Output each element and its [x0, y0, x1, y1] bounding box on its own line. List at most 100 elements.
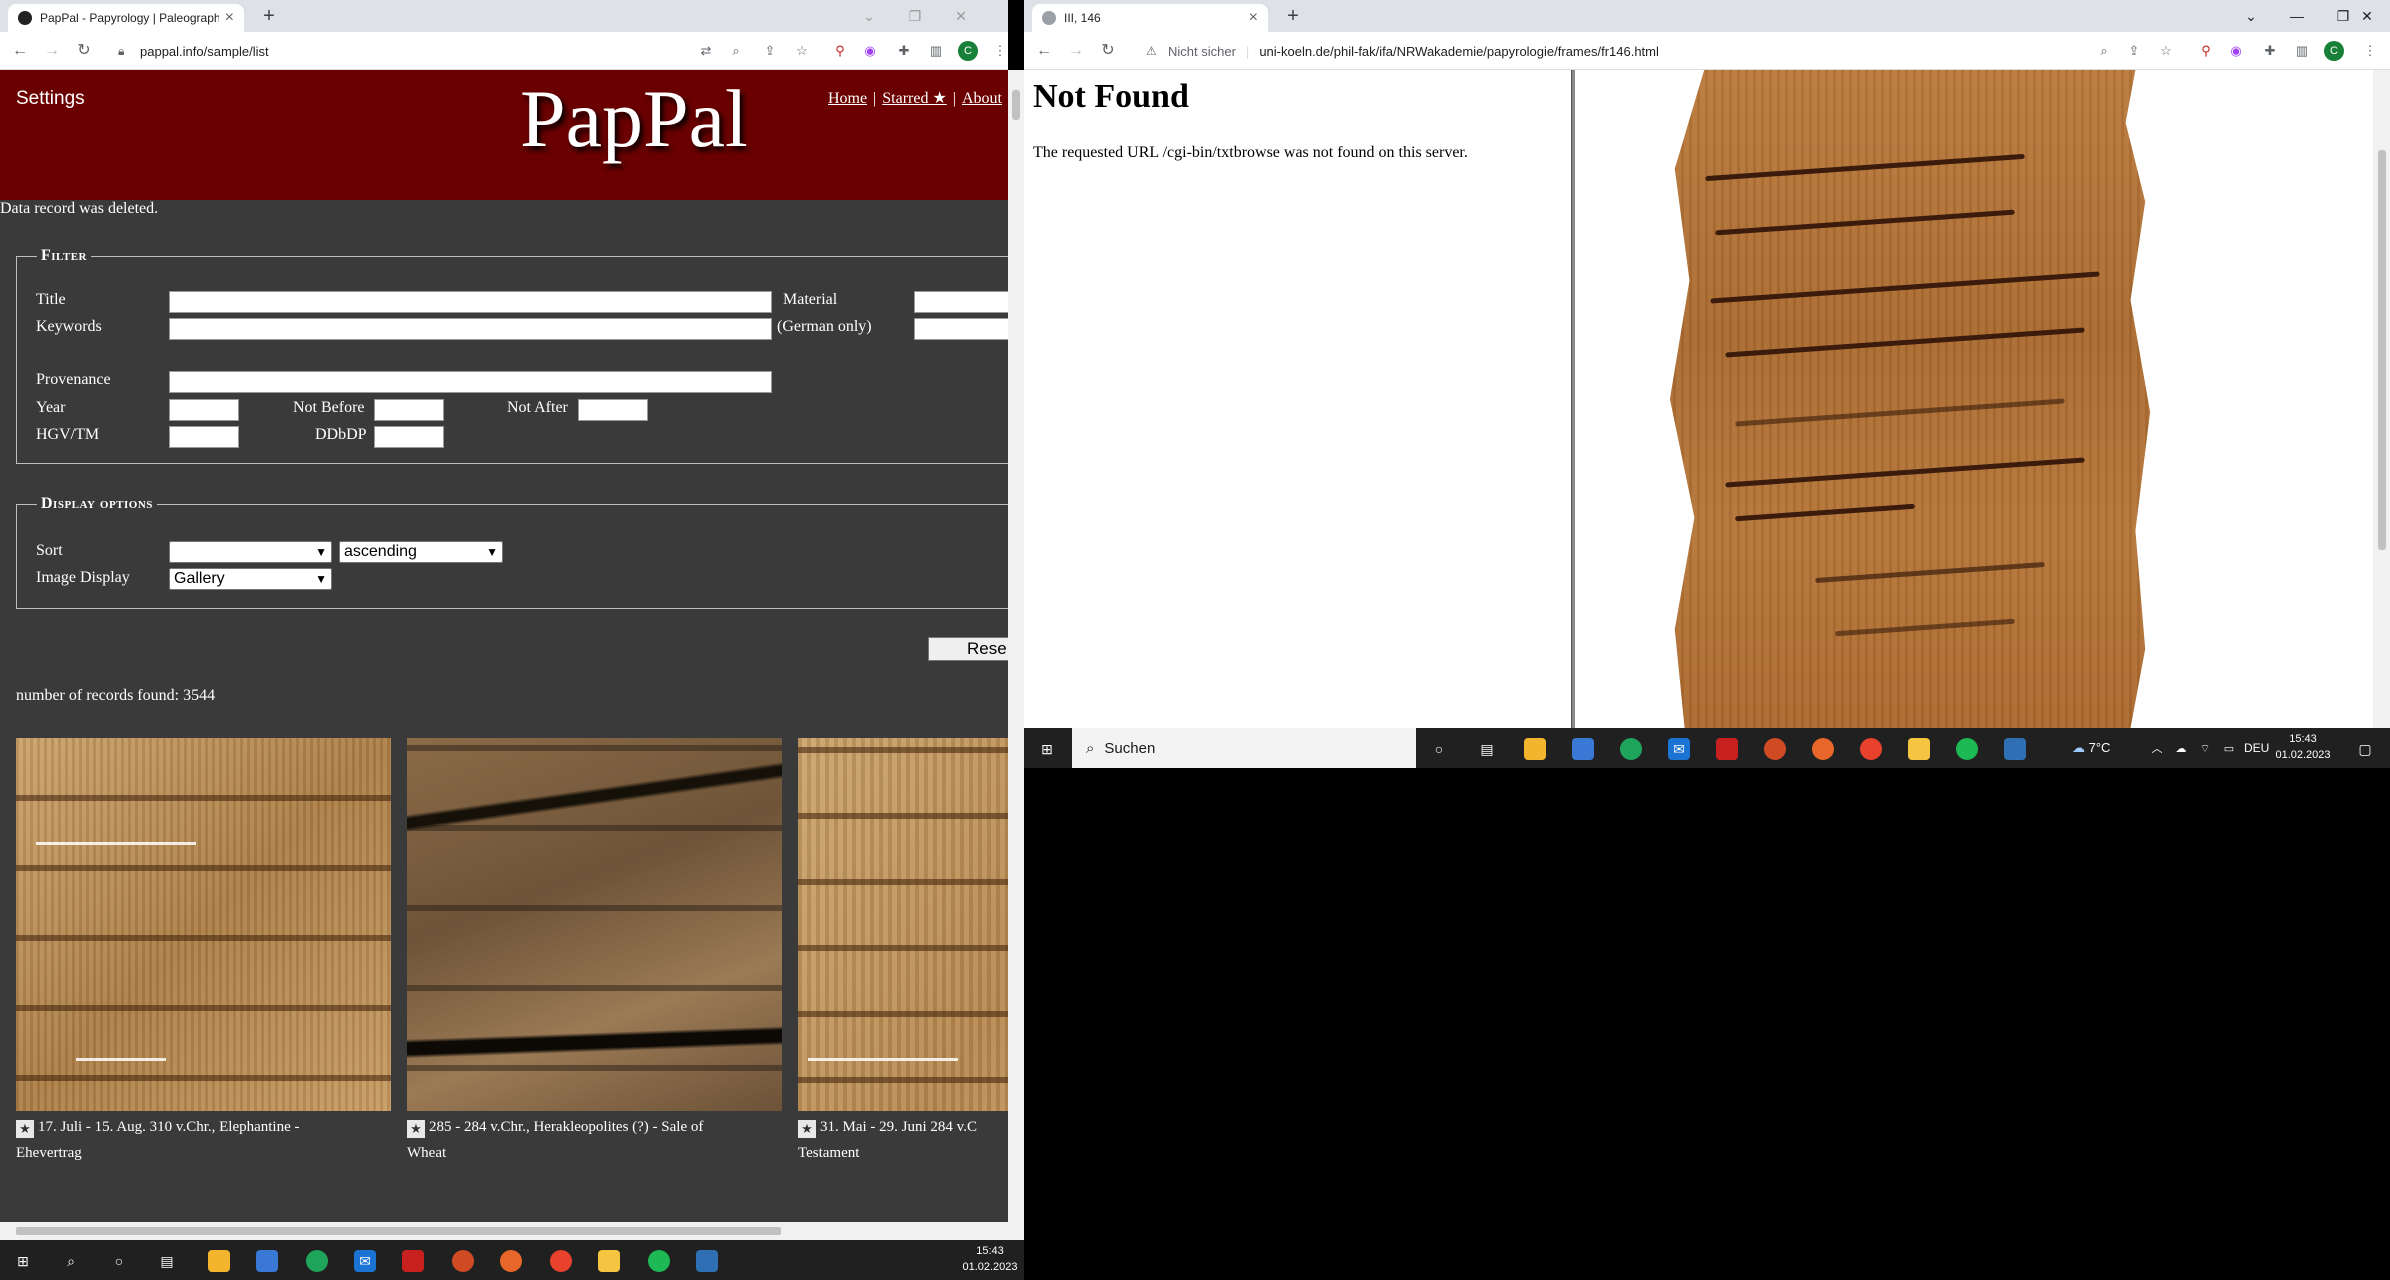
spotify-icon[interactable]: [648, 1250, 670, 1272]
profile-avatar[interactable]: C: [958, 41, 978, 61]
vertical-scrollbar[interactable]: [2373, 70, 2390, 728]
menu-icon[interactable]: ⋮: [990, 41, 1008, 61]
keywords-german-input[interactable]: [914, 318, 1008, 340]
search-icon[interactable]: ⌕: [60, 1250, 82, 1272]
reload-icon[interactable]: ↻: [1098, 41, 1118, 61]
taskbar-search[interactable]: ⌕ Suchen: [1072, 728, 1416, 768]
chrome-icon[interactable]: [550, 1250, 572, 1272]
scrollbar-thumb[interactable]: [16, 1227, 781, 1235]
tab-search-icon[interactable]: ⌄: [2228, 0, 2274, 32]
title-input[interactable]: [169, 291, 772, 313]
translate-icon[interactable]: ⇄: [696, 41, 716, 61]
gallery-item[interactable]: ★ 31. Mai - 29. Juni 284 v.C Testament: [798, 738, 1008, 1166]
photos-icon[interactable]: [2004, 738, 2026, 760]
papyrus-thumbnail[interactable]: [407, 738, 782, 1111]
forward-icon[interactable]: →: [42, 41, 62, 61]
extension-icon[interactable]: ⚲: [830, 41, 850, 61]
close-tab-icon[interactable]: ×: [1249, 9, 1258, 27]
extension-icon[interactable]: ⚲: [2196, 41, 2216, 61]
pappal-logo[interactable]: PapPal: [520, 72, 748, 166]
papyrus-thumbnail[interactable]: [16, 738, 391, 1111]
tab-pappal[interactable]: PapPal - Papyrology | Paleograph ×: [8, 4, 244, 32]
clock[interactable]: 15:43 01.02.2023: [960, 1243, 1020, 1275]
star-icon[interactable]: ★: [798, 1120, 816, 1138]
nav-starred[interactable]: Starred ★: [882, 90, 947, 107]
address-bar[interactable]: ⚠ Nicht sicher | uni-koeln.de/phil-fak/i…: [1136, 37, 2036, 65]
bookmark-star-icon[interactable]: ☆: [2156, 41, 2176, 61]
gallery-item[interactable]: ★ 17. Juli - 15. Aug. 310 v.Chr., Elephan…: [16, 738, 391, 1166]
tab-iii-146[interactable]: III, 146 ×: [1032, 4, 1268, 32]
address-bar[interactable]: 🔒︎ pappal.info/sample/list: [108, 37, 698, 65]
order-select[interactable]: ascending ▼: [339, 541, 503, 563]
cortana-icon[interactable]: ○: [108, 1250, 130, 1272]
settings-link[interactable]: Settings: [16, 88, 85, 110]
weather-widget[interactable]: ☁ 7°C: [2072, 740, 2110, 756]
menu-icon[interactable]: ⋮: [2360, 41, 2380, 61]
back-icon[interactable]: ←: [10, 41, 30, 61]
file-explorer-icon[interactable]: [1524, 738, 1546, 760]
notifications-icon[interactable]: ▢: [2354, 738, 2376, 760]
cortana-icon[interactable]: ○: [1428, 738, 1450, 760]
tab-search-icon[interactable]: ⌄: [846, 0, 892, 32]
extensions-puzzle-icon[interactable]: ✚: [894, 41, 914, 61]
task-view-icon[interactable]: ▤: [156, 1250, 178, 1272]
acrobat-icon[interactable]: [402, 1250, 424, 1272]
scrollbar-thumb[interactable]: [2378, 150, 2386, 550]
material-input[interactable]: [914, 291, 1008, 313]
keywords-input[interactable]: [169, 318, 772, 340]
left-vertical-scrollbar[interactable]: [1008, 70, 1024, 1240]
windows-start-icon[interactable]: ⊞: [12, 1250, 34, 1272]
battery-icon[interactable]: ▭: [2218, 738, 2240, 760]
side-panel-icon[interactable]: ▥: [2292, 41, 2312, 61]
back-icon[interactable]: ←: [1034, 41, 1054, 61]
task-view-icon[interactable]: ▤: [1476, 738, 1498, 760]
chrome-icon[interactable]: [1860, 738, 1882, 760]
powerpoint-icon[interactable]: [1764, 738, 1786, 760]
edge-icon[interactable]: [1620, 738, 1642, 760]
mail-icon[interactable]: ✉: [354, 1250, 376, 1272]
language-indicator[interactable]: DEU: [2244, 741, 2269, 755]
image-display-select[interactable]: Gallery ▼: [169, 568, 332, 590]
acrobat-icon[interactable]: [1716, 738, 1738, 760]
close-tab-icon[interactable]: ×: [225, 9, 234, 27]
firefox-icon[interactable]: [1812, 738, 1834, 760]
star-icon[interactable]: ★: [407, 1120, 425, 1138]
side-panel-icon[interactable]: ▥: [926, 41, 946, 61]
extensions-puzzle-icon[interactable]: ✚: [2260, 41, 2280, 61]
hgv-tm-input[interactable]: [169, 426, 239, 448]
ddbdp-input[interactable]: [374, 426, 444, 448]
share-icon[interactable]: ⇪: [2124, 41, 2144, 61]
forward-icon[interactable]: →: [1066, 41, 1086, 61]
not-after-input[interactable]: [578, 399, 648, 421]
share-icon[interactable]: ⇪: [760, 41, 780, 61]
clock[interactable]: 15:43 01.02.2023: [2270, 731, 2336, 763]
reset-button[interactable]: Rese: [928, 637, 1008, 661]
nav-home[interactable]: Home: [828, 90, 867, 107]
year-input[interactable]: [169, 399, 239, 421]
minimize-icon[interactable]: —: [2274, 0, 2320, 32]
gallery-item[interactable]: ★ 285 - 284 v.Chr., Herakleopolites (?) -…: [407, 738, 782, 1166]
provenance-input[interactable]: [169, 371, 772, 393]
extension-icon-2[interactable]: ◉: [2226, 41, 2246, 61]
nav-about[interactable]: About: [962, 90, 1002, 107]
restore-icon[interactable]: ❐: [892, 0, 938, 32]
not-before-input[interactable]: [374, 399, 444, 421]
store-icon[interactable]: [256, 1250, 278, 1272]
file-explorer-icon[interactable]: [208, 1250, 230, 1272]
sort-select[interactable]: ▼: [169, 541, 332, 563]
network-icon[interactable]: ☁: [2170, 738, 2192, 760]
profile-avatar[interactable]: C: [2324, 41, 2344, 61]
photos-icon[interactable]: [696, 1250, 718, 1272]
spotify-icon[interactable]: [1956, 738, 1978, 760]
reload-icon[interactable]: ↻: [74, 41, 94, 61]
scrollbar-thumb[interactable]: [1012, 90, 1020, 120]
close-window-icon[interactable]: ✕: [938, 0, 984, 32]
store-icon[interactable]: [1572, 738, 1594, 760]
zoom-icon[interactable]: ⌕: [2094, 41, 2114, 61]
papyrus-thumbnail[interactable]: [798, 738, 1008, 1111]
new-tab-button[interactable]: +: [258, 6, 280, 28]
mail-icon[interactable]: ✉: [1668, 738, 1690, 760]
firefox-icon[interactable]: [500, 1250, 522, 1272]
star-icon[interactable]: ★: [16, 1120, 34, 1138]
security-label[interactable]: Nicht sicher: [1168, 44, 1236, 59]
